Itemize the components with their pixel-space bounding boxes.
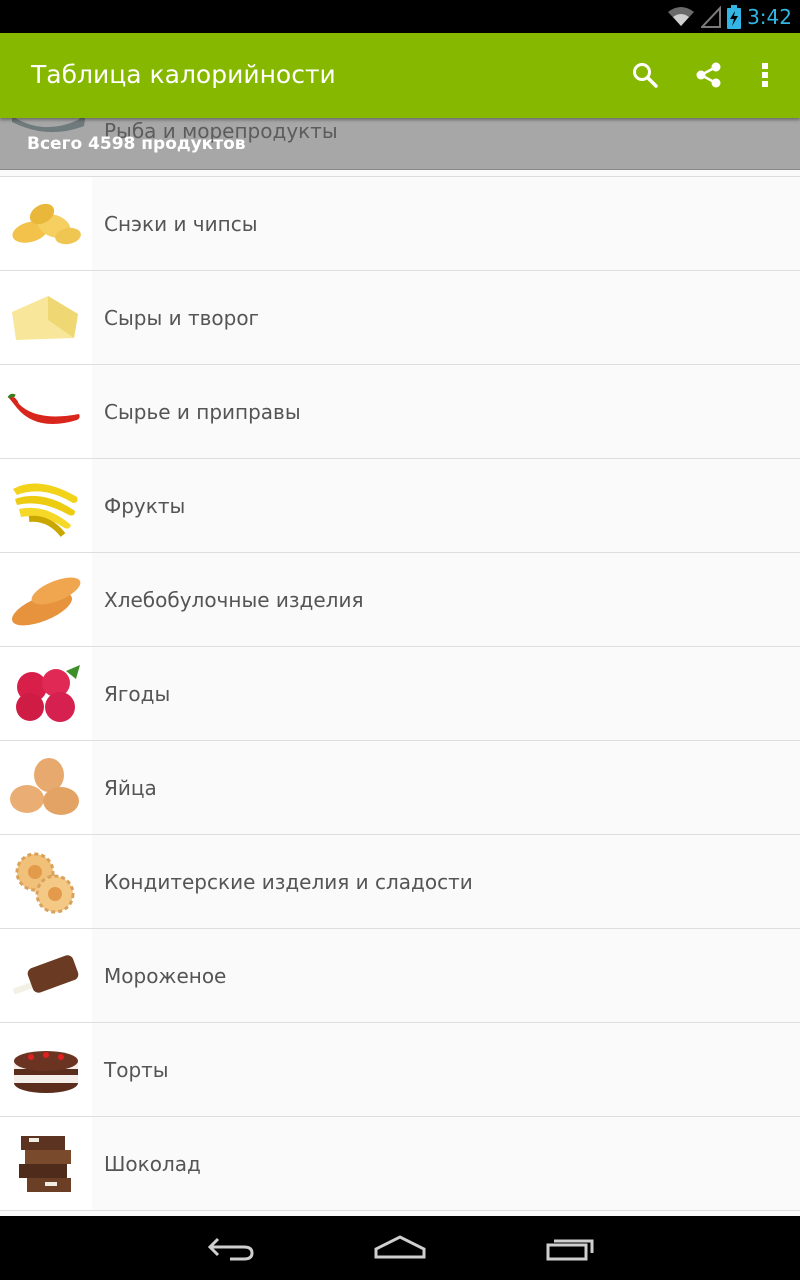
home-icon: [374, 1235, 426, 1259]
recents-icon: [546, 1239, 594, 1261]
list-item[interactable]: Мороженое: [0, 929, 800, 1023]
signal-icon: [701, 6, 722, 28]
list-item-label: Яйца: [104, 775, 157, 800]
wifi-icon: [668, 7, 695, 26]
ice-cream-icon: [13, 954, 79, 994]
list-item[interactable]: Ягоды: [0, 647, 800, 741]
back-icon: [207, 1237, 254, 1261]
bread-icon: [11, 577, 81, 625]
list-item[interactable]: Кондитерские изделия и сладости: [0, 835, 800, 929]
search-icon: [633, 63, 658, 88]
list-item[interactable]: Сыры и творог: [0, 271, 800, 365]
list-item-label: Снэки и чипсы: [104, 211, 258, 236]
chips-icon: [12, 203, 81, 244]
list-item-label: Шоколад: [104, 1151, 201, 1176]
banana-icon: [13, 483, 78, 537]
search-button[interactable]: [625, 55, 665, 95]
action-bar: Таблица калорийности: [0, 33, 800, 118]
list-item[interactable]: Торты: [0, 1023, 800, 1117]
list-item[interactable]: Шоколад: [0, 1117, 800, 1211]
list-item-label: Сыры и творог: [104, 305, 260, 330]
list-header: Рыба и морепродукты Всего 4598 продуктов: [0, 118, 800, 170]
list-item-label: Хлебобулочные изделия: [104, 587, 364, 612]
status-bar: 3:42: [0, 0, 800, 33]
overflow-menu-icon: [762, 63, 768, 87]
list-item-label: Фрукты: [104, 493, 186, 518]
list-item-label: Кондитерские изделия и сладости: [104, 869, 473, 894]
chocolate-icon: [19, 1135, 71, 1192]
battery-charging-icon: [727, 5, 742, 29]
total-products-count: Всего 4598 продуктов: [27, 134, 246, 154]
share-icon: [696, 62, 721, 88]
status-icons: 3:42: [667, 3, 792, 31]
cheese-icon: [12, 295, 78, 340]
cake-icon: [14, 1050, 78, 1093]
list-item-label: Ягоды: [104, 681, 171, 706]
list-item[interactable]: Снэки и чипсы: [0, 177, 800, 271]
raspberry-icon: [16, 664, 80, 722]
list-item[interactable]: Сырье и приправы: [0, 365, 800, 459]
list-item-label: Сырье и приправы: [104, 399, 301, 424]
app-title: Таблица калорийности: [31, 60, 336, 89]
share-button[interactable]: [689, 55, 729, 95]
list-item[interactable]: Яйца: [0, 741, 800, 835]
home-button[interactable]: [370, 1228, 430, 1268]
chili-pepper-icon: [7, 393, 80, 424]
back-button[interactable]: [200, 1228, 260, 1268]
list-item[interactable]: Фрукты: [0, 459, 800, 553]
category-list[interactable]: Снэки и чипсы Сыры и творог Сырье и прип…: [0, 176, 800, 1216]
list-item-label: Торты: [104, 1057, 169, 1082]
list-item-label: Мороженое: [104, 963, 227, 988]
recents-button[interactable]: [540, 1228, 600, 1268]
status-clock: 3:42: [747, 5, 792, 29]
navigation-bar: [0, 1216, 800, 1280]
list-item[interactable]: Хлебобулочные изделия: [0, 553, 800, 647]
eggs-icon: [10, 757, 79, 815]
overflow-menu-button[interactable]: [745, 55, 785, 95]
cookies-icon: [15, 852, 75, 913]
